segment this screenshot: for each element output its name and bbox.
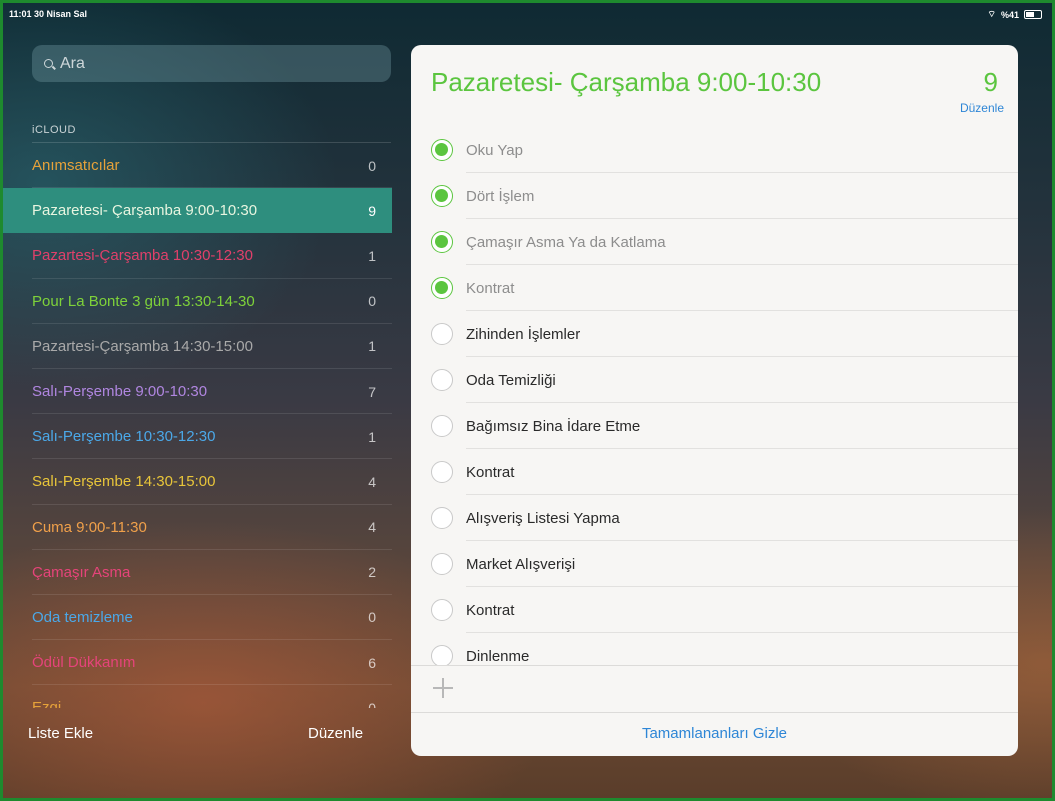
checkbox-icon[interactable]: [431, 553, 453, 575]
reminder-text[interactable]: Bağımsız Bina İdare Etme: [466, 418, 640, 435]
list-count: 1: [368, 338, 376, 355]
status-time-date: 11:01 30 Nisan Sal: [9, 9, 88, 19]
reminder-item[interactable]: Dinlenme: [411, 633, 1018, 665]
list-count: 0: [368, 293, 376, 310]
sidebar-list-item[interactable]: Pazartesi-Çarşamba 14:30-15:00 1: [3, 324, 392, 369]
list-name: Oda temizleme: [32, 608, 133, 626]
reminder-text[interactable]: Zihinden İşlemler: [466, 326, 580, 343]
list-name: Anımsatıcılar: [32, 157, 120, 175]
list-name: Pazartesi-Çarşamba 14:30-15:00: [32, 337, 253, 355]
search-input[interactable]: Ara: [32, 45, 391, 82]
reminder-item[interactable]: Çamaşır Asma Ya da Katlama: [411, 219, 1018, 265]
battery-percent: %41: [1000, 9, 1019, 20]
plus-icon[interactable]: [433, 678, 453, 698]
reminder-items: Oku Yap Dört İşlem Çamaşır Asma Ya da Katl…: [411, 127, 1018, 665]
wifi-icon: ⌔: [987, 9, 996, 19]
completed-checkbox-icon[interactable]: [431, 185, 453, 207]
checkbox-icon[interactable]: [431, 461, 453, 483]
reminder-text[interactable]: Market Alışverişi: [466, 556, 575, 573]
reminder-text[interactable]: Kontrat: [466, 464, 514, 481]
list-title: Pazaretesi- Çarşamba 9:00-10:30: [431, 67, 822, 97]
sidebar-edit-button[interactable]: Düzenle: [308, 725, 363, 742]
reminder-text[interactable]: Kontrat: [466, 280, 514, 297]
list-name: Ezgi: [32, 699, 62, 708]
reminder-item[interactable]: Oku Yap: [411, 127, 1018, 173]
completed-checkbox-icon[interactable]: [431, 277, 453, 299]
list-name: Pazaretesi- Çarşamba 9:00-10:30: [32, 202, 258, 220]
list-count: 9: [983, 67, 998, 97]
list-count: 4: [368, 519, 376, 536]
sidebar-list-item[interactable]: Pazaretesi- Çarşamba 9:00-10:30 9: [3, 188, 392, 234]
reminder-item[interactable]: Kontrat: [411, 265, 1018, 311]
list-name: Salı-Perşembe 9:00-10:30: [32, 383, 208, 401]
checkbox-icon[interactable]: [431, 323, 453, 345]
reminder-text[interactable]: Oda Temizliği: [466, 372, 556, 389]
sidebar-list-item[interactable]: Salı-Perşembe 9:00-10:30 7: [3, 369, 392, 415]
reminder-text[interactable]: Dinlenme: [466, 648, 529, 665]
checkbox-icon[interactable]: [431, 599, 453, 621]
list-count: 1: [368, 247, 376, 264]
status-right: ⌔ %41: [988, 9, 1042, 20]
reminder-item[interactable]: Market Alışverişi: [411, 541, 1018, 587]
reminder-item[interactable]: Oda Temizliği: [411, 357, 1018, 403]
sidebar-list-item[interactable]: Salı-Perşembe 10:30-12:30 1: [3, 414, 392, 460]
sidebar-list-item[interactable]: Çamaşır Asma 2: [3, 550, 392, 595]
list-count: 0: [368, 157, 376, 174]
list-count: 7: [368, 383, 376, 400]
sidebar-list-item[interactable]: Cuma 9:00-11:30 4: [3, 505, 392, 550]
checkbox-icon[interactable]: [431, 507, 453, 529]
section-label-icloud: iCLOUD: [32, 124, 76, 136]
reminder-item[interactable]: Dört İşlem: [411, 173, 1018, 219]
reminder-text[interactable]: Çamaşır Asma Ya da Katlama: [466, 234, 666, 251]
list-count: 6: [368, 654, 376, 671]
list-count: 4: [368, 473, 376, 490]
reminder-item[interactable]: Zihinden İşlemler: [411, 311, 1018, 357]
checkbox-icon[interactable]: [431, 369, 453, 391]
add-reminder-row[interactable]: [411, 665, 1018, 713]
list-count: 2: [368, 564, 376, 581]
list-count: 1: [368, 428, 376, 445]
list-name: Çamaşır Asma: [32, 563, 131, 581]
sidebar-list-item[interactable]: Ezgi 0: [3, 685, 392, 708]
list-name: Salı-Perşembe 10:30-12:30: [32, 428, 216, 446]
list-name: Pazartesi-Çarşamba 10:30-12:30: [32, 247, 253, 265]
reminder-item[interactable]: Bağımsız Bina İdare Etme: [411, 403, 1018, 449]
reminder-text[interactable]: Dört İşlem: [466, 188, 534, 205]
reminder-text[interactable]: Oku Yap: [466, 142, 523, 159]
sidebar-list-item[interactable]: Pazartesi-Çarşamba 10:30-12:30 1: [3, 233, 392, 279]
reminder-item[interactable]: Kontrat: [411, 449, 1018, 495]
list-count: 0: [368, 699, 376, 708]
reminder-lists: Anımsatıcılar 0 Pazaretesi- Çarşamba 9:00-…: [3, 143, 392, 708]
checkbox-icon[interactable]: [431, 645, 453, 665]
search-placeholder: Ara: [60, 54, 85, 72]
reminders-app: 11:01 30 Nisan Sal ⌔ %41 Ara iCLOUD Anım…: [3, 3, 1052, 798]
reminder-item[interactable]: Alışveriş Listesi Yapma: [411, 495, 1018, 541]
list-count: 9: [368, 202, 376, 219]
sidebar-list-item[interactable]: Oda temizleme 0: [3, 595, 392, 641]
reminder-text[interactable]: Kontrat: [466, 602, 514, 619]
list-detail-card: Pazaretesi- Çarşamba 9:00-10:30 9 Düzenl…: [411, 45, 1018, 756]
battery-icon: [1024, 10, 1042, 19]
hide-completed-button[interactable]: Tamamlananları Gizle: [411, 725, 1018, 742]
list-name: Cuma 9:00-11:30: [32, 518, 147, 536]
list-count: 0: [368, 609, 376, 626]
reminder-item[interactable]: Kontrat: [411, 587, 1018, 633]
completed-checkbox-icon[interactable]: [431, 139, 453, 161]
completed-checkbox-icon[interactable]: [431, 231, 453, 253]
sidebar-list-item[interactable]: Salı-Perşembe 14:30-15:00 4: [3, 459, 392, 505]
checkbox-icon[interactable]: [431, 415, 453, 437]
sidebar-list-item[interactable]: Ödül Dükkanım 6: [3, 640, 392, 686]
list-name: Ödül Dükkanım: [32, 654, 136, 672]
detail-edit-button[interactable]: Düzenle: [960, 101, 1004, 115]
sidebar-list-item[interactable]: Anımsatıcılar 0: [3, 143, 392, 189]
sidebar-list-item[interactable]: Pour La Bonte 3 gün 13:30-14-30 0: [3, 279, 392, 324]
list-name: Salı-Perşembe 14:30-15:00: [32, 473, 216, 491]
search-icon: [44, 58, 54, 69]
add-list-button[interactable]: Liste Ekle: [28, 725, 93, 742]
list-name: Pour La Bonte 3 gün 13:30-14-30: [32, 292, 255, 310]
status-bar: 11:01 30 Nisan Sal ⌔ %41: [3, 3, 1052, 25]
reminder-text[interactable]: Alışveriş Listesi Yapma: [466, 510, 620, 527]
